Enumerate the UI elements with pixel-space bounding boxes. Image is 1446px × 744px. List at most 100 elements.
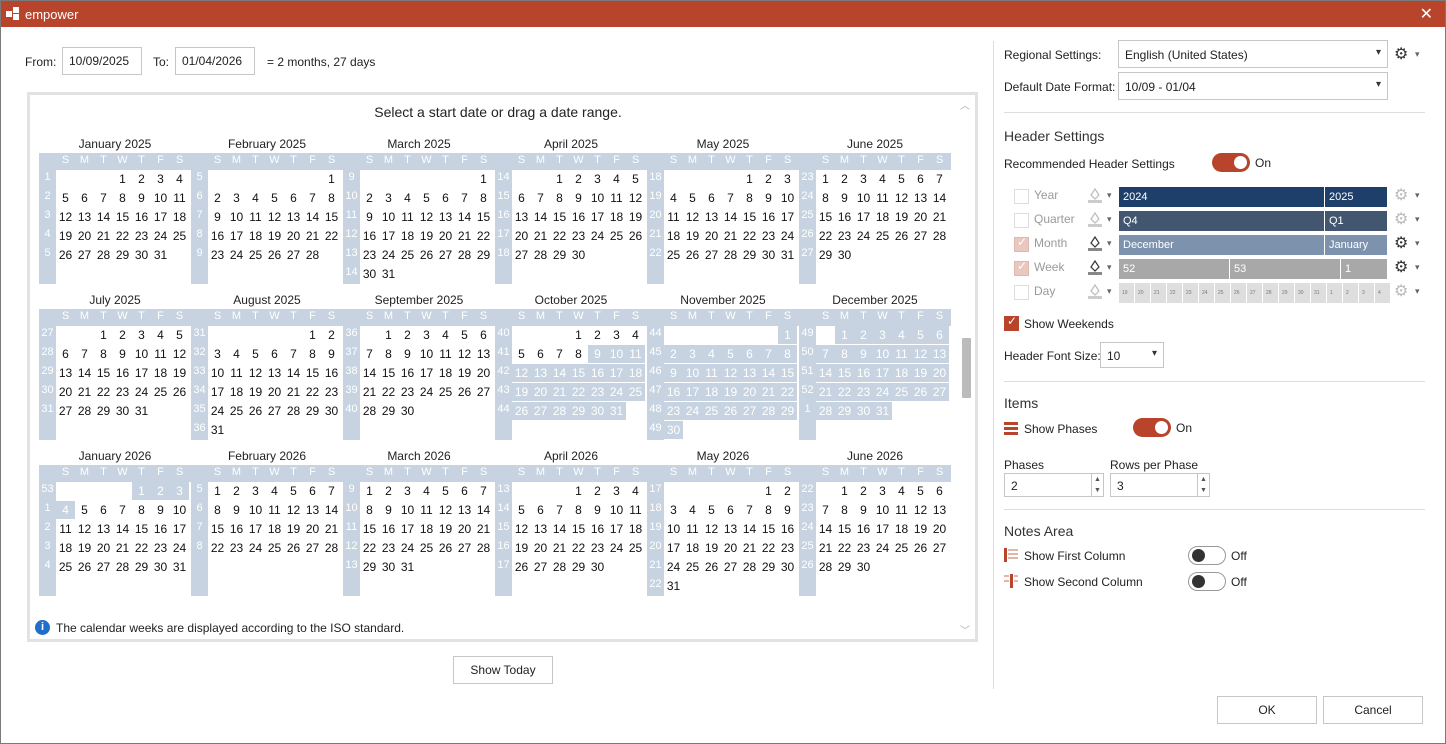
- calendar-day[interactable]: 10: [588, 189, 607, 207]
- calendar-day[interactable]: 29: [550, 246, 569, 264]
- calendar-day[interactable]: 29: [569, 402, 588, 420]
- calendar-day[interactable]: 2: [227, 482, 246, 500]
- week-number[interactable]: 16: [495, 209, 512, 221]
- calendar-day[interactable]: 5: [436, 482, 455, 500]
- calendar-day[interactable]: 20: [911, 208, 930, 226]
- week-number[interactable]: 17: [495, 559, 512, 571]
- calendar-day[interactable]: 2: [379, 482, 398, 500]
- calendar-day[interactable]: 28: [75, 402, 94, 420]
- calendar-day[interactable]: 6: [303, 482, 322, 500]
- calendar-day[interactable]: 20: [474, 364, 493, 382]
- calendar-day[interactable]: 20: [702, 227, 721, 245]
- week-number[interactable]: 3: [39, 540, 56, 552]
- calendar-day[interactable]: 21: [303, 227, 322, 245]
- calendar-day[interactable]: 22: [740, 227, 759, 245]
- calendar-day[interactable]: 1: [94, 326, 113, 344]
- week-number[interactable]: 27: [39, 327, 56, 339]
- calendar-day[interactable]: 17: [778, 208, 797, 226]
- calendar-day[interactable]: 10: [208, 364, 227, 382]
- calendar-day[interactable]: 31: [151, 246, 170, 264]
- calendar-day[interactable]: 10: [873, 501, 892, 519]
- calendar-day[interactable]: 22: [550, 227, 569, 245]
- calendar-day[interactable]: 29: [379, 402, 398, 420]
- calendar-day[interactable]: 24: [588, 227, 607, 245]
- calendar-day[interactable]: 19: [170, 364, 189, 382]
- calendar-day[interactable]: 26: [436, 539, 455, 557]
- calendar-day[interactable]: 29: [113, 246, 132, 264]
- calendar-day[interactable]: 25: [246, 246, 265, 264]
- calendar-day[interactable]: 19: [56, 227, 75, 245]
- calendar-day[interactable]: 1: [550, 170, 569, 188]
- calendar-day[interactable]: 3: [873, 482, 892, 500]
- calendar-day[interactable]: 4: [626, 482, 645, 500]
- calendar-day[interactable]: 18: [702, 383, 721, 401]
- calendar-day[interactable]: 15: [816, 208, 835, 226]
- calendar-day[interactable]: 30: [835, 246, 854, 264]
- fill-color-icon[interactable]: [1088, 282, 1102, 299]
- calendar-day[interactable]: 11: [892, 501, 911, 519]
- spin-up-icon[interactable]: ▲: [1091, 474, 1103, 485]
- calendar-day[interactable]: 10: [778, 189, 797, 207]
- week-number[interactable]: 48: [647, 403, 664, 415]
- calendar-day[interactable]: 31: [778, 246, 797, 264]
- calendar-day[interactable]: 24: [379, 246, 398, 264]
- calendar-day[interactable]: 18: [873, 208, 892, 226]
- calendar-day[interactable]: 26: [911, 383, 930, 401]
- calendar-day[interactable]: 25: [227, 402, 246, 420]
- calendar-day[interactable]: 27: [265, 402, 284, 420]
- calendar-day[interactable]: 30: [379, 558, 398, 576]
- calendar-day[interactable]: 13: [531, 364, 550, 382]
- calendar-day[interactable]: 5: [721, 345, 740, 363]
- header-row-checkbox[interactable]: ✓: [1014, 259, 1029, 276]
- calendar-day[interactable]: 1: [835, 482, 854, 500]
- week-number[interactable]: 30: [39, 384, 56, 396]
- calendar-day[interactable]: 20: [94, 539, 113, 557]
- calendar-day[interactable]: 29: [816, 246, 835, 264]
- week-number[interactable]: 37: [343, 346, 360, 358]
- calendar-day[interactable]: 27: [474, 383, 493, 401]
- week-number[interactable]: 12: [343, 228, 360, 240]
- calendar-day[interactable]: 21: [531, 227, 550, 245]
- week-number[interactable]: 1: [39, 502, 56, 514]
- calendar-day[interactable]: 28: [303, 246, 322, 264]
- date-format-dropdown[interactable]: 10/09 - 01/04 ▾: [1118, 72, 1388, 100]
- week-number[interactable]: 35: [191, 403, 208, 415]
- calendar-day[interactable]: 3: [151, 170, 170, 188]
- calendar-day[interactable]: 8: [816, 189, 835, 207]
- week-number[interactable]: 9: [343, 171, 360, 183]
- calendar-day[interactable]: 27: [512, 246, 531, 264]
- calendar-day[interactable]: 1: [208, 482, 227, 500]
- calendar-day[interactable]: 17: [379, 227, 398, 245]
- calendar-day[interactable]: 20: [531, 383, 550, 401]
- calendar-day[interactable]: 4: [417, 482, 436, 500]
- calendar-day[interactable]: 10: [398, 501, 417, 519]
- calendar-day[interactable]: 30: [398, 402, 417, 420]
- calendar-day[interactable]: 17: [170, 520, 189, 538]
- week-number[interactable]: 13: [495, 483, 512, 495]
- calendar-day[interactable]: 27: [911, 227, 930, 245]
- calendar-day[interactable]: 13: [75, 208, 94, 226]
- calendar-day[interactable]: 4: [607, 170, 626, 188]
- calendar-day[interactable]: 18: [626, 520, 645, 538]
- row-gear-icon[interactable]: ⚙: [1394, 209, 1408, 229]
- row-gear-icon[interactable]: ⚙: [1394, 233, 1408, 253]
- calendar-day[interactable]: 25: [892, 383, 911, 401]
- week-number[interactable]: 5: [39, 247, 56, 259]
- calendar-day[interactable]: 3: [132, 326, 151, 344]
- calendar-day[interactable]: 19: [911, 520, 930, 538]
- calendar-day[interactable]: 15: [322, 208, 341, 226]
- calendar-day[interactable]: 16: [835, 208, 854, 226]
- calendar-day[interactable]: 26: [911, 539, 930, 557]
- fill-color-icon[interactable]: [1088, 186, 1102, 203]
- calendar-day[interactable]: 10: [246, 501, 265, 519]
- calendar-day[interactable]: 21: [930, 208, 949, 226]
- calendar-day[interactable]: 16: [360, 227, 379, 245]
- calendar-day[interactable]: 6: [265, 345, 284, 363]
- calendar-day[interactable]: 10: [683, 364, 702, 382]
- calendar-day[interactable]: 1: [474, 170, 493, 188]
- calendar-day[interactable]: 22: [132, 539, 151, 557]
- calendar-day[interactable]: 26: [721, 402, 740, 420]
- header-row-checkbox[interactable]: [1014, 213, 1029, 228]
- calendar-day[interactable]: 26: [75, 558, 94, 576]
- calendar-day[interactable]: 27: [75, 246, 94, 264]
